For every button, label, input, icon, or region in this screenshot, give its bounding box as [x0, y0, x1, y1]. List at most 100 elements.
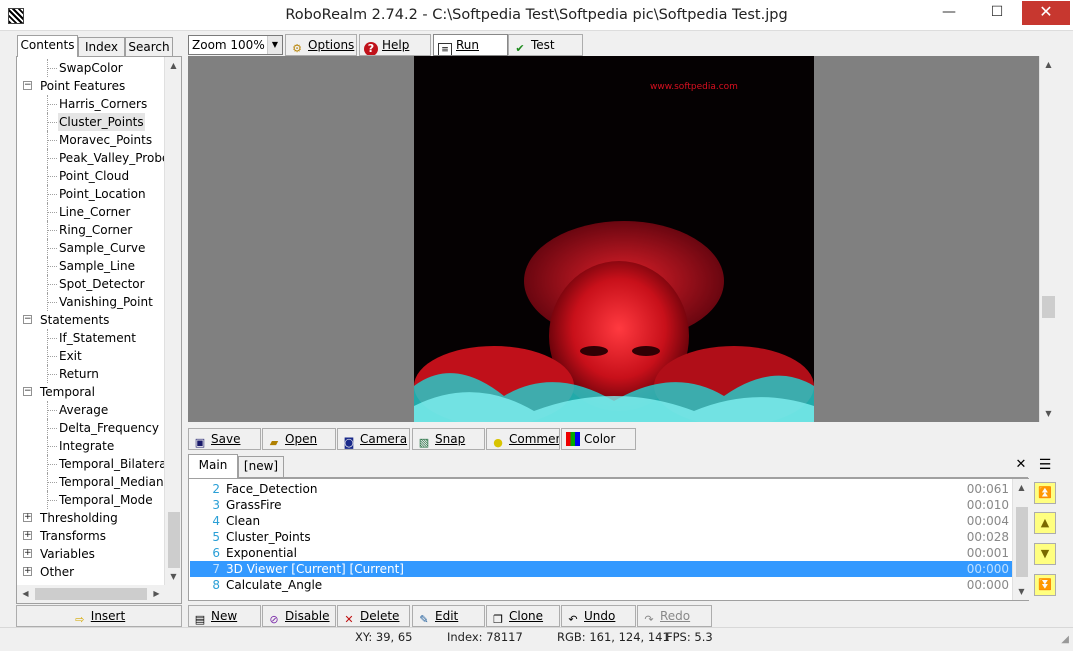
tree-item[interactable]: Temporal_Median	[58, 473, 164, 491]
tab-contents[interactable]: Contents	[17, 35, 78, 57]
move-top-icon[interactable]: ⏫	[1034, 482, 1056, 504]
tree-item[interactable]: Point Features	[39, 77, 126, 95]
tree-scrollbar[interactable]: ▲ ▼	[164, 57, 181, 585]
tree-item[interactable]: Thresholding	[39, 509, 119, 527]
tree-item[interactable]: Harris_Corners	[58, 95, 148, 113]
save-button[interactable]: ▣ Save	[188, 428, 261, 450]
edit-pencil-icon: ✎	[419, 613, 429, 626]
help-icon: ?	[364, 42, 378, 55]
resize-grip-icon[interactable]: ◢	[1055, 634, 1069, 648]
tree-expander-icon[interactable]: +	[23, 531, 32, 540]
open-button[interactable]: ▰ Open	[262, 428, 336, 450]
clone-button[interactable]: ❐ Clone	[486, 605, 560, 627]
scroll-left-arrow[interactable]: ◀	[17, 585, 34, 602]
comment-button[interactable]: ● Commen	[486, 428, 560, 450]
tree-item[interactable]: Other	[39, 563, 75, 581]
scroll-down-arrow[interactable]: ▼	[1040, 405, 1057, 422]
snap-button[interactable]: ▧ Snap	[412, 428, 485, 450]
tree-hscroll-thumb[interactable]	[35, 588, 147, 600]
pipeline-scroll-thumb[interactable]	[1016, 507, 1028, 577]
tree-item[interactable]: Delta_Frequency	[58, 419, 160, 437]
tree-item[interactable]: Variables	[39, 545, 96, 563]
tree-item[interactable]: Ring_Corner	[58, 221, 133, 239]
tab-new[interactable]: [new]	[238, 456, 284, 477]
tree-item[interactable]: Exit	[58, 347, 83, 365]
edit-button[interactable]: ✎ Edit	[412, 605, 485, 627]
scroll-down-arrow[interactable]: ▼	[1013, 583, 1030, 600]
pipeline-row[interactable]: 6 Exponential 00:001	[190, 545, 1012, 561]
zoom-select[interactable]: Zoom 100% ▼	[188, 35, 283, 55]
tree-item[interactable]: Return	[58, 365, 100, 383]
tree-expander-icon[interactable]: −	[23, 81, 32, 90]
new-button[interactable]: ▤ New	[188, 605, 261, 627]
help-button[interactable]: ? Help	[359, 34, 431, 56]
test-button[interactable]: ✔ Test	[508, 34, 583, 56]
pipeline-row[interactable]: 8 Calculate_Angle 00:000	[190, 577, 1012, 593]
move-up-icon[interactable]: ▲	[1034, 512, 1056, 534]
tree-item[interactable]: Statements	[39, 311, 110, 329]
tree-expander-icon[interactable]: +	[23, 567, 32, 576]
tree-expander-icon[interactable]: +	[23, 549, 32, 558]
tree-item[interactable]: Sample_Curve	[58, 239, 146, 257]
tree-hscrollbar[interactable]: ◀ ▶	[17, 585, 181, 603]
tree-expander-icon[interactable]: −	[23, 387, 32, 396]
close-tab-icon[interactable]: ✕	[1012, 456, 1030, 474]
tab-index[interactable]: Index	[78, 37, 125, 56]
move-down-icon[interactable]: ▼	[1034, 543, 1056, 565]
camera-button[interactable]: ◙ Camera	[337, 428, 410, 450]
scroll-up-arrow[interactable]: ▲	[1013, 479, 1030, 496]
image-scrollbar[interactable]: ▲ ▼	[1039, 56, 1056, 422]
tab-main[interactable]: Main	[188, 454, 238, 478]
run-button[interactable]: ≡ Run	[433, 34, 508, 56]
chevron-down-icon[interactable]: ▼	[267, 36, 282, 54]
insert-button[interactable]: ⇨ Insert	[16, 605, 182, 627]
tree-item[interactable]: If_Statement	[58, 329, 137, 347]
tree-item[interactable]: Temporal_Mode	[58, 491, 154, 509]
tree-item[interactable]: Temporal_Bilateral	[58, 455, 164, 473]
image-viewer[interactable]: www.softpedia.com	[188, 56, 1039, 422]
undo-button[interactable]: ↶ Undo	[561, 605, 636, 627]
image-scroll-thumb[interactable]	[1042, 296, 1055, 318]
tree-item[interactable]: Point_Cloud	[58, 167, 130, 185]
tree-connector	[47, 158, 57, 159]
tree-item[interactable]: Cluster_Points	[58, 113, 145, 131]
pipeline-row[interactable]: 2 Face_Detection 00:061	[190, 481, 1012, 497]
close-button[interactable]: ✕	[1022, 1, 1070, 25]
disable-button[interactable]: ⊘ Disable	[262, 605, 336, 627]
color-button[interactable]: Color	[561, 428, 636, 450]
scroll-up-arrow[interactable]: ▲	[1040, 56, 1057, 73]
tree-item[interactable]: Integrate	[58, 437, 115, 455]
tree-item[interactable]: Point_Location	[58, 185, 147, 203]
scroll-up-arrow[interactable]: ▲	[165, 57, 182, 74]
pipeline-row[interactable]: 7 3D Viewer [Current] [Current] 00:000	[190, 561, 1012, 577]
tree-item[interactable]: Line_Corner	[58, 203, 131, 221]
pipeline-row[interactable]: 5 Cluster_Points 00:028	[190, 529, 1012, 545]
tree-item[interactable]: SwapColor	[58, 59, 124, 77]
pipeline-row[interactable]: 4 Clean 00:004	[190, 513, 1012, 529]
tree-item[interactable]: Moravec_Points	[58, 131, 153, 149]
tree-item[interactable]: Peak_Valley_Probe	[58, 149, 164, 167]
tree-expander-icon[interactable]: −	[23, 315, 32, 324]
move-bottom-icon[interactable]: ⏬	[1034, 574, 1056, 596]
tree-item[interactable]: Vanishing_Point	[58, 293, 154, 311]
tree-connector	[47, 428, 57, 429]
scroll-right-arrow[interactable]: ▶	[148, 585, 165, 602]
options-button[interactable]: ⚙ Options	[285, 34, 357, 56]
tab-search[interactable]: Search	[125, 37, 173, 56]
tree-item[interactable]: Average	[58, 401, 109, 419]
minimize-button[interactable]: —	[926, 1, 972, 25]
tree-scroll-thumb[interactable]	[168, 512, 180, 568]
tree-item[interactable]: Temporal	[39, 383, 96, 401]
delete-button[interactable]: ✕ Delete	[337, 605, 410, 627]
menu-icon[interactable]: ☰	[1036, 456, 1054, 474]
tree-item[interactable]: Spot_Detector	[58, 275, 146, 293]
tree-expander-icon[interactable]: +	[23, 513, 32, 522]
tree-connector	[47, 149, 48, 167]
tree-item[interactable]: Transforms	[39, 527, 107, 545]
pipeline-scrollbar[interactable]: ▲ ▼	[1012, 479, 1029, 600]
scroll-down-arrow[interactable]: ▼	[165, 568, 182, 585]
tree-item[interactable]: Sample_Line	[58, 257, 136, 275]
redo-button[interactable]: ↷ Redo	[637, 605, 712, 627]
maximize-button[interactable]: ☐	[974, 1, 1020, 25]
pipeline-row[interactable]: 3 GrassFire 00:010	[190, 497, 1012, 513]
